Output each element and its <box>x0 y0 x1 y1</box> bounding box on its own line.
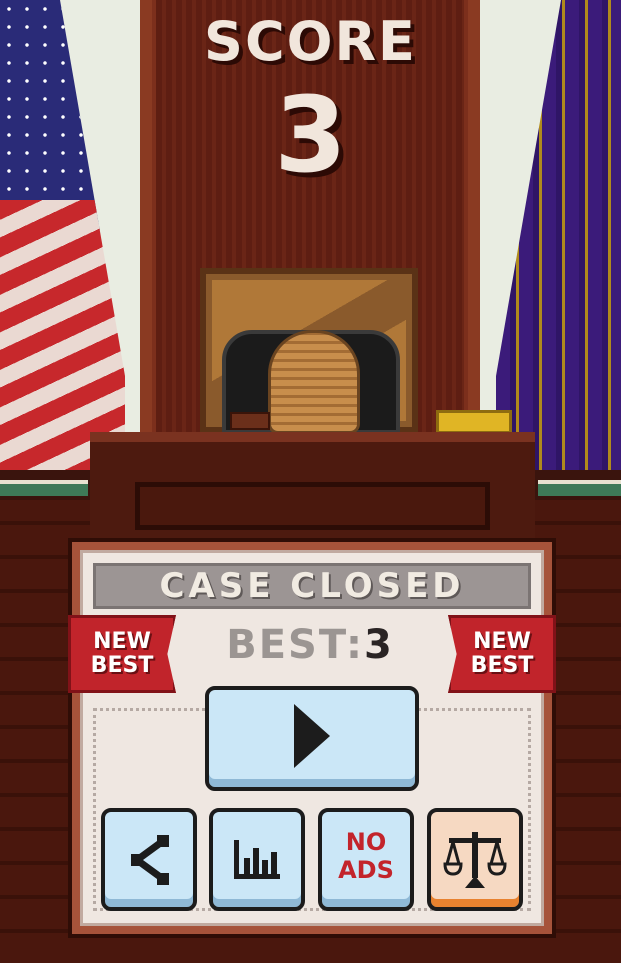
share-icon <box>131 834 169 885</box>
score-value: 3 <box>274 74 347 196</box>
no-ads-button[interactable]: NO ADS <box>318 808 414 911</box>
leaderboard-button[interactable] <box>209 808 305 911</box>
score-label: SCORE <box>204 10 417 73</box>
ribbon-right-line1: NEW <box>473 629 531 654</box>
no-ads-label: NO ADS <box>338 828 394 884</box>
book-stack-left <box>0 480 88 496</box>
justice-button[interactable] <box>427 808 523 911</box>
share-button[interactable] <box>101 808 197 911</box>
ribbon-left-line2: BEST <box>90 653 154 678</box>
gavel <box>230 412 270 430</box>
panel-title-bar: CASE CLOSED <box>93 563 531 609</box>
game-screen: SCORE 3 CASE CLOSED NEW BEST NEW BEST BE… <box>0 0 621 963</box>
nameplate <box>436 410 512 434</box>
no-ads-line1: NO <box>345 827 387 856</box>
new-best-ribbon-left: NEW BEST <box>68 615 176 693</box>
best-label: BEST: <box>226 622 364 668</box>
play-button[interactable] <box>205 686 419 791</box>
best-score: BEST:3 <box>180 622 440 668</box>
ribbon-right-line2: BEST <box>470 653 534 678</box>
scales-icon <box>443 831 507 888</box>
bar-chart-icon <box>234 839 280 879</box>
new-best-ribbon-right: NEW BEST <box>448 615 556 693</box>
panel-title: CASE CLOSED <box>159 566 465 606</box>
ribbon-left-line1: NEW <box>93 629 151 654</box>
desk-panel <box>135 482 490 530</box>
best-value: 3 <box>363 622 394 668</box>
no-ads-line2: ADS <box>338 855 394 884</box>
play-icon <box>294 703 330 768</box>
book-stack-right <box>538 480 621 496</box>
judge-head <box>268 330 360 434</box>
